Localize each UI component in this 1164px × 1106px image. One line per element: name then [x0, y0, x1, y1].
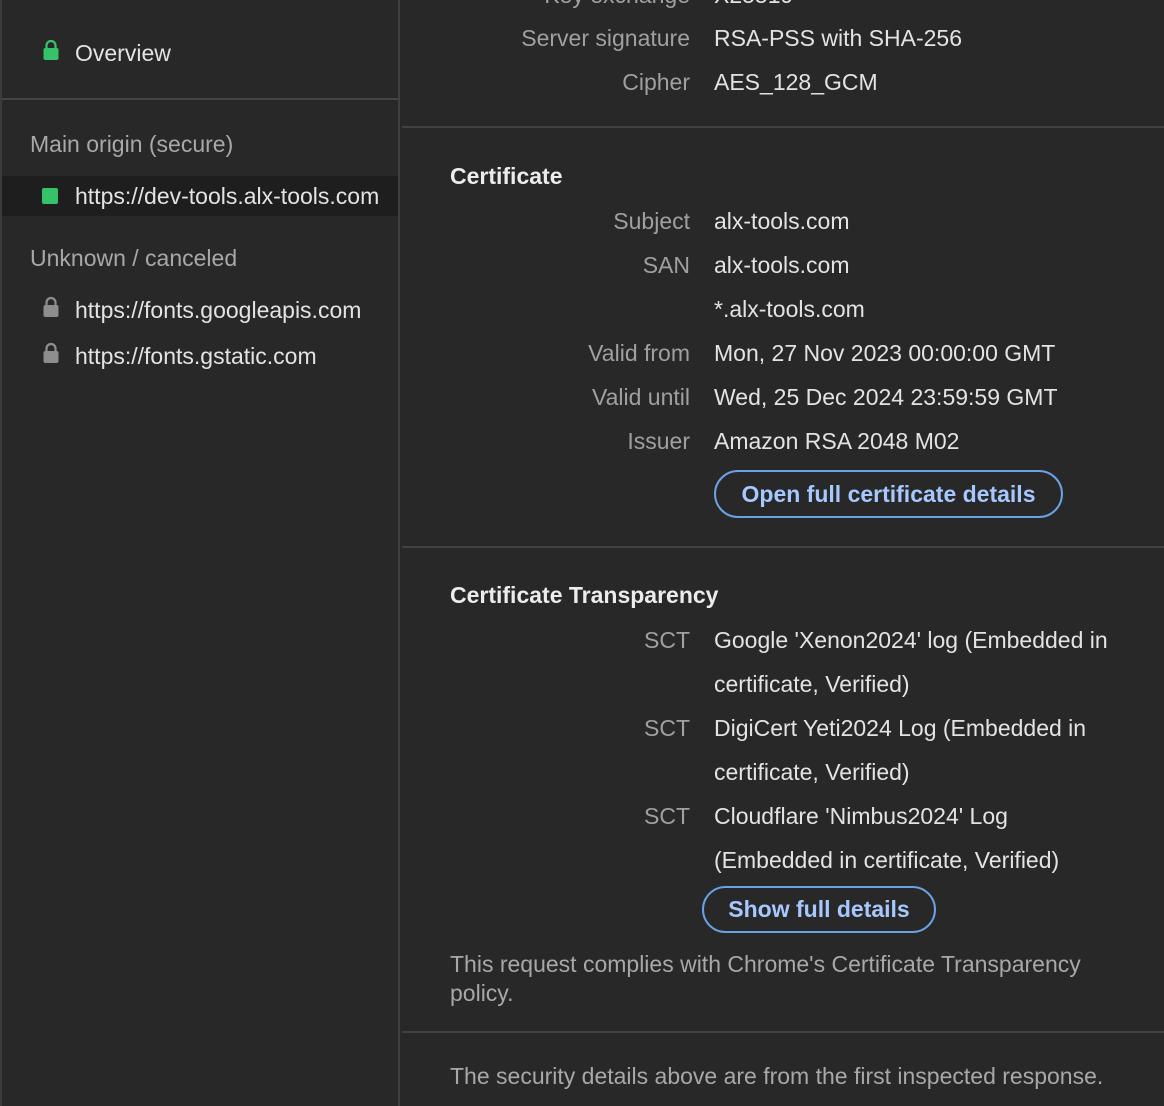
open-certificate-details-button[interactable]: Open full certificate details	[714, 470, 1063, 518]
main-origin-heading: Main origin (secure)	[30, 131, 234, 157]
sidebar-item-origin[interactable]: https://fonts.gstatic.com	[2, 336, 398, 376]
server-signature-label: Server signature	[521, 25, 690, 51]
secure-square-icon	[42, 188, 58, 204]
unknown-origins-heading: Unknown / canceled	[30, 245, 238, 271]
sct-value: (Embedded in certificate, Verified)	[714, 847, 1060, 873]
sidebar-item-label: https://fonts.googleapis.com	[75, 296, 362, 323]
footer-note: The security details above are from the …	[450, 1063, 1104, 1089]
server-signature-value: RSA-PSS with SHA-256	[714, 25, 962, 51]
sidebar-item-origin[interactable]: https://fonts.googleapis.com	[2, 290, 398, 330]
section-divider	[402, 126, 1164, 128]
sidebar-item-label: https://dev-tools.alx-tools.com	[75, 182, 380, 209]
certificate-transparency-title: Certificate Transparency	[450, 582, 719, 608]
sidebar-item-main-origin[interactable]: https://dev-tools.alx-tools.com	[2, 176, 398, 216]
ct-compliance-note: This request complies with Chrome's Cert…	[450, 951, 1081, 1006]
key-exchange-label: Key exchange	[544, 0, 690, 9]
sidebar-item-label: https://fonts.gstatic.com	[75, 342, 317, 369]
key-exchange-value: X25519	[714, 0, 793, 9]
cipher-value: AES_128_GCM	[714, 69, 878, 95]
security-sidebar: Overview Main origin (secure) https://de…	[0, 0, 400, 1106]
sidebar-item-overview[interactable]: Overview	[2, 33, 398, 73]
sct-value: certificate, Verified)	[714, 759, 910, 785]
sct-value: DigiCert Yeti2024 Log (Embedded in	[714, 715, 1087, 741]
subject-value: alx-tools.com	[714, 208, 850, 234]
valid-until-value: Wed, 25 Dec 2024 23:59:59 GMT	[714, 384, 1058, 410]
cipher-label: Cipher	[622, 69, 690, 95]
lock-icon	[42, 296, 60, 324]
certificate-title: Certificate	[450, 163, 563, 189]
lock-secure-icon	[42, 39, 60, 67]
sidebar-overview-section: Overview	[2, 0, 398, 100]
section-divider	[402, 546, 1164, 548]
issuer-label: Issuer	[627, 428, 690, 454]
san-value: *.alx-tools.com	[714, 296, 865, 322]
valid-until-label: Valid until	[591, 384, 690, 410]
security-panel: Overview Main origin (secure) https://de…	[0, 0, 1164, 1106]
section-divider	[402, 1031, 1164, 1033]
issuer-value: Amazon RSA 2048 M02	[714, 428, 960, 454]
sct-value: Google 'Xenon2024' log (Embedded in	[714, 627, 1108, 653]
sct-value: Cloudflare 'Nimbus2024' Log	[714, 803, 1008, 829]
subject-label: Subject	[613, 208, 690, 234]
lock-icon	[42, 342, 60, 370]
san-label: SAN	[642, 252, 690, 278]
show-full-details-button[interactable]: Show full details	[702, 886, 936, 933]
valid-from-label: Valid from	[588, 340, 690, 366]
sct-label: SCT	[644, 715, 690, 741]
security-details: Key exchange X25519 Server signature RSA…	[402, 0, 1164, 1106]
sct-value: certificate, Verified)	[714, 671, 910, 697]
sct-label: SCT	[644, 803, 690, 829]
valid-from-value: Mon, 27 Nov 2023 00:00:00 GMT	[714, 340, 1056, 366]
sidebar-item-label: Overview	[75, 39, 171, 66]
sct-label: SCT	[644, 627, 690, 653]
san-value: alx-tools.com	[714, 252, 850, 278]
